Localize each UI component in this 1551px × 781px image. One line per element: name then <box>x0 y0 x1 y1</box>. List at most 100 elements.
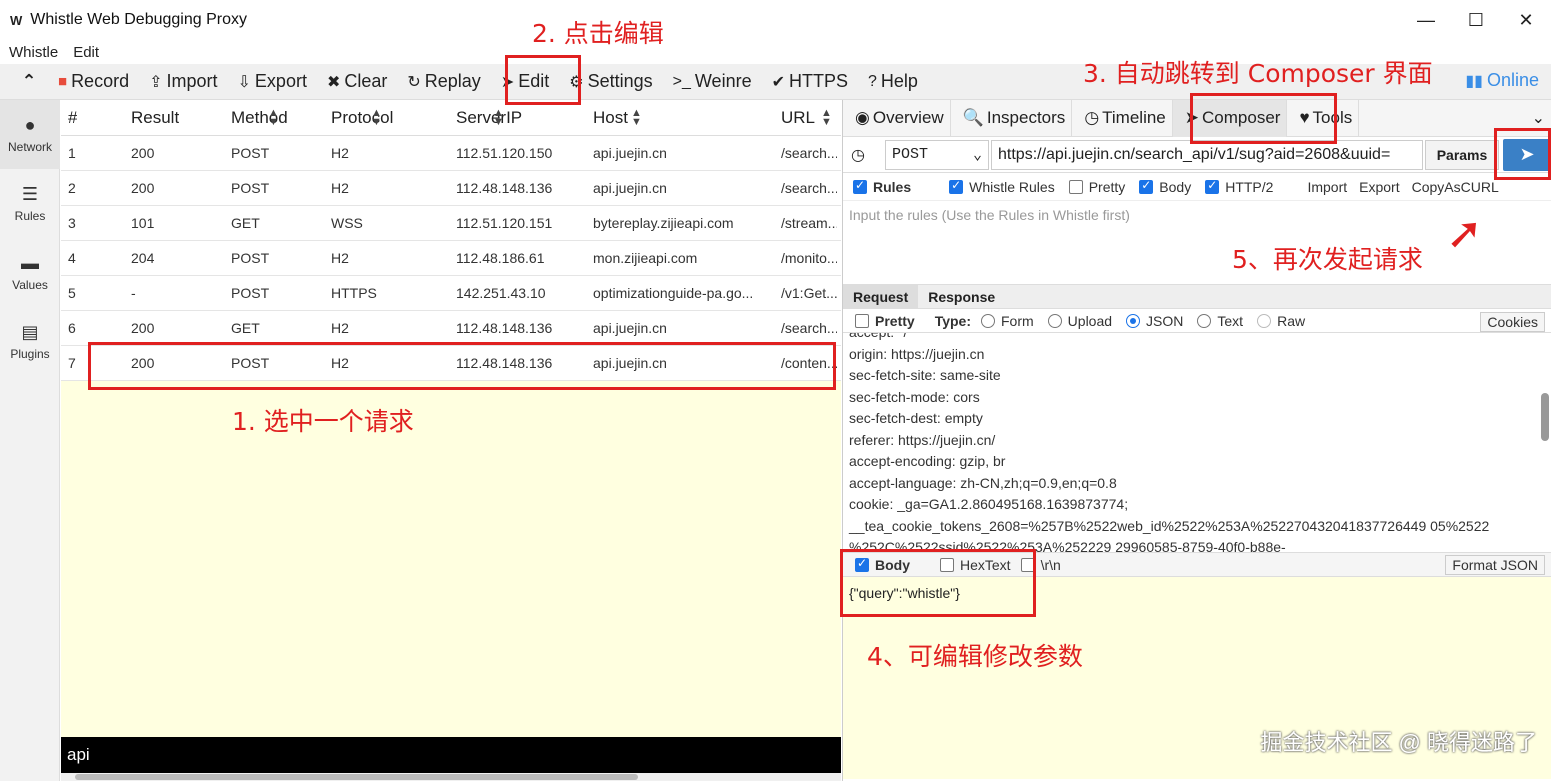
request-headers-editor[interactable]: accept: */*origin: https://juejin.cn sec-… <box>843 333 1551 553</box>
help-button[interactable]: ? Help <box>868 71 918 92</box>
table-cell-host: optimizationguide-pa.go... <box>593 285 754 301</box>
column-header-method[interactable]: Method <box>231 108 288 128</box>
sidebar-item-plugins[interactable]: ▤ Plugins <box>0 307 60 376</box>
menu-edit[interactable]: Edit <box>73 44 99 61</box>
checkbox[interactable] <box>949 178 964 194</box>
scrollbar-thumb[interactable] <box>75 774 638 780</box>
table-cell-ip: 142.251.43.10 <box>456 285 546 301</box>
format-json-button[interactable]: Format JSON <box>1445 555 1545 575</box>
column-header-result[interactable]: Result <box>131 108 179 128</box>
rules-import-link[interactable]: Import <box>1307 179 1347 195</box>
settings-button[interactable]: ⚙ Settings <box>569 71 652 92</box>
checkbox[interactable] <box>1205 178 1220 194</box>
tab-request[interactable]: Request <box>843 284 919 309</box>
rules-checkbox[interactable]: Rules <box>853 178 911 195</box>
online-label: Online <box>1486 70 1539 90</box>
type-json-label: JSON <box>1146 312 1184 329</box>
radio[interactable] <box>981 313 995 328</box>
tab-inspectors[interactable]: 🔍 Inspectors <box>951 99 1073 137</box>
terminal-icon: >_ <box>672 72 691 90</box>
cookies-button[interactable]: Cookies <box>1480 312 1545 332</box>
history-icon[interactable]: ◷ <box>851 145 881 165</box>
table-row[interactable]: 5 - POST HTTPS 142.251.43.10 optimizationguid… <box>61 276 841 311</box>
column-header-host[interactable]: Host <box>593 108 628 128</box>
type-upload-radio[interactable]: Upload <box>1047 313 1112 329</box>
sort-icon[interactable]: ▲▼ <box>821 108 832 128</box>
sort-icon[interactable]: ▲▼ <box>268 108 279 128</box>
checkbox[interactable] <box>1139 178 1154 194</box>
rules-textarea[interactable]: Input the rules (Use the Rules in Whistl… <box>843 201 1551 285</box>
tab-overview[interactable]: ◉ Overview <box>843 99 951 137</box>
sort-icon[interactable]: ▲▼ <box>371 108 382 128</box>
copy-as-curl-link[interactable]: CopyAsCURL <box>1412 179 1499 195</box>
close-button[interactable]: ✕ <box>1501 0 1551 40</box>
tab-response[interactable]: Response <box>918 285 1005 309</box>
search-icon: 🔍 <box>962 108 984 127</box>
pretty-toggle[interactable]: Pretty <box>855 313 915 329</box>
method-select[interactable]: POST ⌄ <box>885 139 989 170</box>
chevron-down-icon[interactable]: ⌄ <box>1532 108 1545 128</box>
table-cell-protocol: WSS <box>331 215 363 231</box>
menu-whistle[interactable]: Whistle <box>9 44 58 61</box>
table-row[interactable]: 6 200 GET H2 112.48.148.136 api.juejin.cn/sea… <box>61 311 841 346</box>
table-cell-idx: 3 <box>68 215 76 231</box>
weinre-button[interactable]: >_ Weinre <box>673 71 752 92</box>
annotation-step1: 1. 选中一个请求 <box>232 407 414 436</box>
minimize-button[interactable]: — <box>1401 0 1451 40</box>
whistle-rules-checkbox[interactable]: Whistle Rules <box>949 178 1055 195</box>
sort-icon[interactable]: ▲▼ <box>631 108 642 128</box>
tab-timeline[interactable]: ◷ Timeline <box>1072 99 1173 137</box>
table-row[interactable]: 1 200 POST H2 112.51.120.150 api.juejin.cn/se… <box>61 136 841 171</box>
maximize-button[interactable]: ☐ <box>1451 0 1501 40</box>
column-header-index[interactable]: # <box>68 108 77 128</box>
sort-icon[interactable]: ▲▼ <box>493 108 504 128</box>
export-button[interactable]: ⇩ Export <box>238 71 307 92</box>
https-button[interactable]: ✔ HTTPS <box>772 71 848 92</box>
collapse-toolbar-button[interactable]: ⌃ <box>0 71 58 92</box>
import-button[interactable]: ⇪ Import <box>149 71 217 92</box>
import-label: Import <box>166 71 218 91</box>
radio[interactable] <box>1257 313 1272 328</box>
table-row[interactable]: 4 204 POST H2 112.48.186.61 mon.zijieapi.com /… <box>61 241 841 276</box>
sidebar-item-values[interactable]: ▬ Values <box>0 238 60 307</box>
header-line: sec-fetch-site: same-site <box>849 367 1001 383</box>
record-button[interactable]: ■ Record <box>58 71 129 92</box>
radio[interactable] <box>1126 313 1141 328</box>
replay-button[interactable]: ↻ Replay <box>407 71 480 92</box>
method-value: POST <box>892 146 929 163</box>
body-checkbox[interactable]: Body <box>1139 178 1191 195</box>
table-row[interactable]: 3 101 GET WSS 112.51.120.151 bytereplay.zijie… <box>61 206 841 241</box>
horizontal-scrollbar[interactable] <box>61 773 841 781</box>
online-button[interactable]: ▮▮ Online <box>1465 70 1539 91</box>
checkbox[interactable] <box>1068 179 1083 194</box>
http2-checkbox[interactable]: HTTP/2 <box>1205 178 1273 195</box>
table-cell-idx: 5 <box>68 285 76 301</box>
radio[interactable] <box>1047 313 1062 328</box>
table-cell-idx: 1 <box>68 145 76 161</box>
pretty-checkbox[interactable]: Pretty <box>1068 179 1125 195</box>
table-row[interactable]: 2 200 POST H2 112.48.148.136 api.juejin.cn/se… <box>61 171 841 206</box>
radio[interactable] <box>1197 313 1212 328</box>
column-header-serverip[interactable]: ServerIP <box>456 108 522 128</box>
type-form-radio[interactable]: Form <box>981 313 1034 329</box>
folder-icon: ▬ <box>21 253 39 273</box>
checkbox[interactable] <box>855 313 869 328</box>
params-button[interactable]: Params <box>1425 139 1499 170</box>
table-cell-idx: 4 <box>68 250 76 266</box>
clear-label: Clear <box>344 71 388 91</box>
column-header-protocol[interactable]: Protocol <box>331 108 393 128</box>
url-input[interactable]: https://api.juejin.cn/search_api/v1/sug?… <box>991 139 1423 170</box>
vertical-scrollbar[interactable] <box>1541 393 1549 441</box>
sidebar-item-network[interactable]: ● Network <box>0 100 60 169</box>
filter-input[interactable]: api <box>61 737 841 773</box>
type-json-radio[interactable]: JSON <box>1126 313 1183 329</box>
table-cell-result: 200 <box>131 320 155 336</box>
clear-button[interactable]: ✖ Clear <box>327 71 387 92</box>
checkbox[interactable] <box>853 178 867 194</box>
type-raw-radio[interactable]: Raw <box>1257 313 1305 329</box>
rules-export-link[interactable]: Export <box>1359 179 1399 195</box>
export-icon: ⇩ <box>237 73 251 91</box>
table-cell-ip: 112.48.148.136 <box>456 320 553 336</box>
sidebar-item-rules[interactable]: ☰ Rules <box>0 169 60 238</box>
type-text-radio[interactable]: Text <box>1197 313 1243 329</box>
